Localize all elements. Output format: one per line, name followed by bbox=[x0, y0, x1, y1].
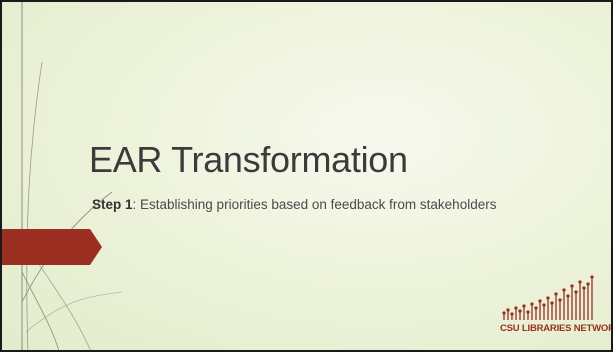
slide-subtitle: Step 1: Establishing priorities based on… bbox=[92, 196, 496, 214]
logo-text: CSU LIBRARIES NETWORK bbox=[500, 323, 613, 334]
step-label: Step 1 bbox=[92, 197, 133, 212]
slide: EAR Transformation Step 1: Establishing … bbox=[0, 0, 613, 352]
csu-libraries-logo: CSU LIBRARIES NETWORK bbox=[500, 274, 613, 340]
title-accent-arrow bbox=[2, 229, 102, 265]
subtitle-text: : Establishing priorities based on feedb… bbox=[132, 197, 497, 212]
logo-bars-icon bbox=[502, 275, 594, 320]
slide-title: EAR Transformation bbox=[89, 139, 408, 180]
